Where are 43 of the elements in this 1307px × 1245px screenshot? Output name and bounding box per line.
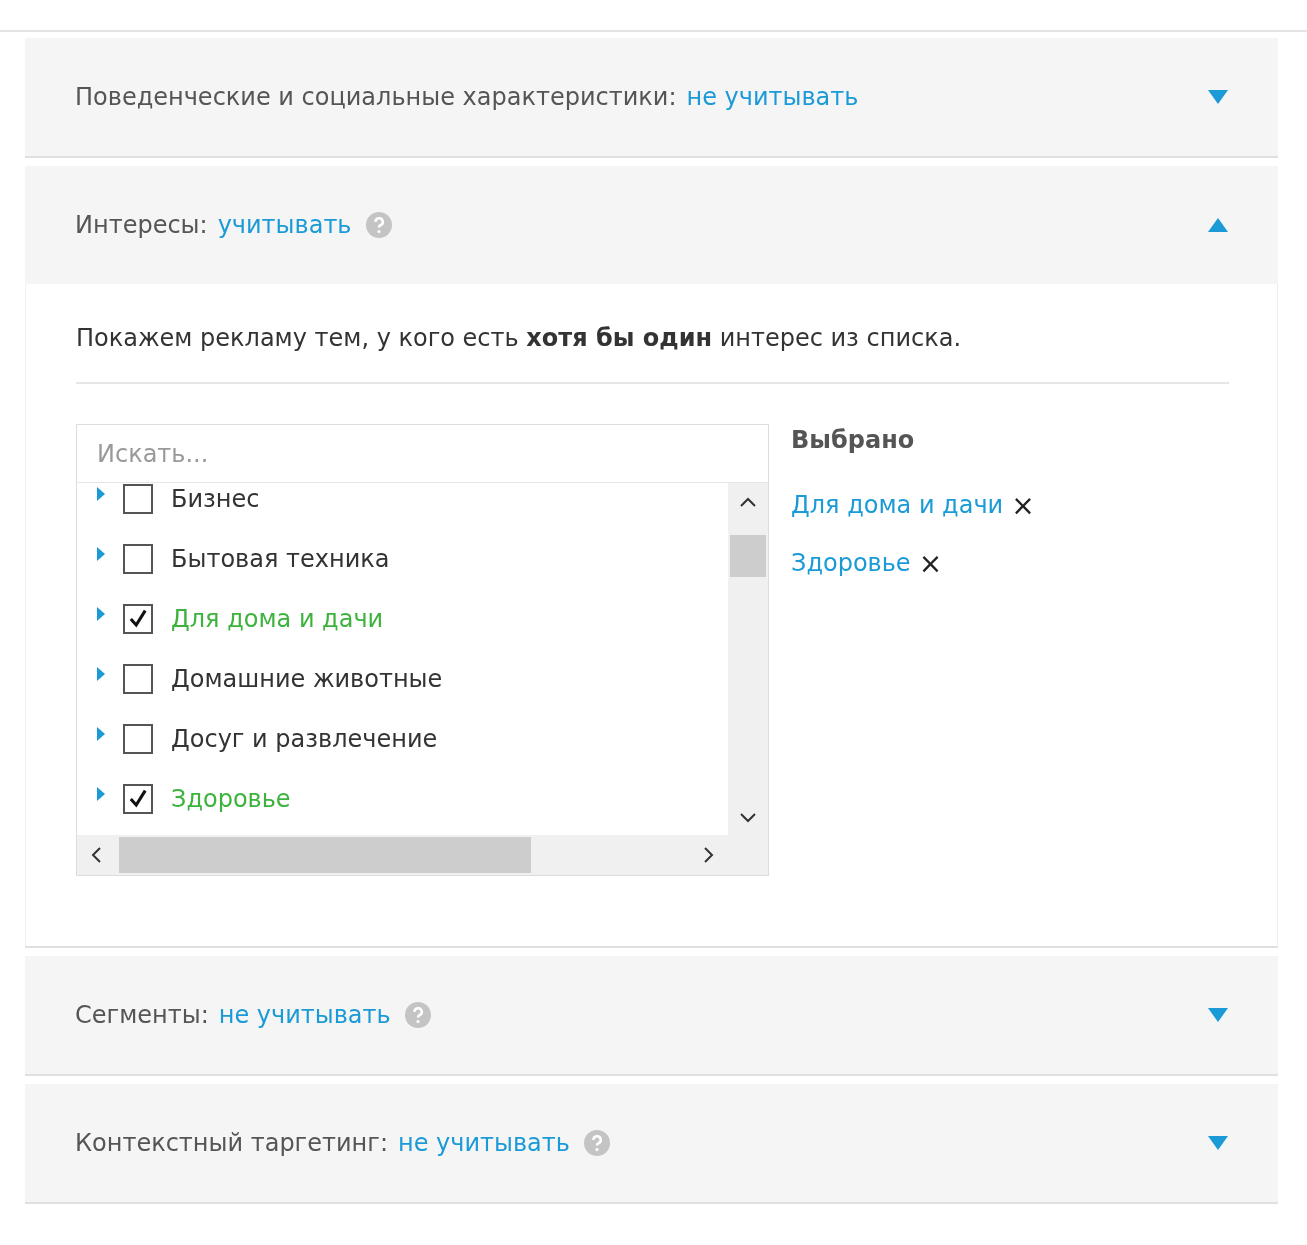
scroll-up-icon[interactable]: [740, 497, 756, 507]
help-icon[interactable]: [365, 212, 392, 238]
selected-title: Выбрано: [791, 426, 916, 454]
scroll-thumb[interactable]: [119, 837, 531, 873]
expand-arrow-icon[interactable]: [97, 487, 105, 501]
expand-arrow-icon[interactable]: [97, 547, 105, 561]
checkbox[interactable]: [123, 664, 153, 694]
caret-down-icon[interactable]: [1208, 1136, 1228, 1150]
horizontal-scrollbar[interactable]: [77, 835, 728, 875]
expand-arrow-icon[interactable]: [97, 727, 105, 741]
item-label[interactable]: Досуг и развлечение: [171, 725, 438, 753]
section-label: Поведенческие и социальные характеристики:: [75, 83, 677, 111]
vertical-scrollbar[interactable]: [728, 483, 768, 835]
caret-down-icon[interactable]: [1208, 1008, 1228, 1022]
section-header[interactable]: Сегменты: не учитывать: [25, 956, 1278, 1074]
scroll-thumb[interactable]: [730, 535, 766, 577]
checkbox[interactable]: [123, 604, 153, 634]
section-label: Интересы:: [75, 211, 208, 239]
caret-down-icon[interactable]: [1208, 90, 1228, 104]
description-text: Покажем рекламу тем, у кого есть хотя бы один интерес из списка.: [76, 324, 963, 352]
section-header[interactable]: Интересы: учитывать: [25, 166, 1278, 284]
expand-arrow-icon[interactable]: [97, 667, 105, 681]
expand-arrow-icon[interactable]: [97, 607, 105, 621]
remove-button[interactable]: ×: [1011, 488, 1035, 522]
checkbox[interactable]: [123, 724, 153, 754]
item-label[interactable]: Домашние животные: [171, 665, 443, 693]
section-header[interactable]: Контекстный таргетинг: не учитывать: [25, 1084, 1278, 1202]
section-label: Сегменты:: [75, 1001, 209, 1029]
section-label: Контекстный таргетинг:: [75, 1129, 388, 1157]
scroll-left-icon[interactable]: [91, 847, 101, 863]
help-icon[interactable]: [583, 1130, 610, 1156]
scroll-right-icon[interactable]: [704, 847, 714, 863]
checkbox[interactable]: [123, 544, 153, 574]
scroll-down-icon[interactable]: [740, 813, 756, 823]
item-label[interactable]: Бытовая техника: [171, 545, 390, 573]
item-label[interactable]: Бизнес: [171, 485, 260, 513]
checkbox[interactable]: [123, 784, 153, 814]
checkbox[interactable]: [123, 484, 153, 514]
section-header[interactable]: Поведенческие и социальные характеристики: не учитывать: [25, 38, 1278, 156]
expand-arrow-icon[interactable]: [97, 787, 105, 801]
remove-button[interactable]: ×: [918, 546, 943, 580]
caret-up-icon[interactable]: [1208, 218, 1228, 232]
help-icon[interactable]: [404, 1002, 431, 1028]
